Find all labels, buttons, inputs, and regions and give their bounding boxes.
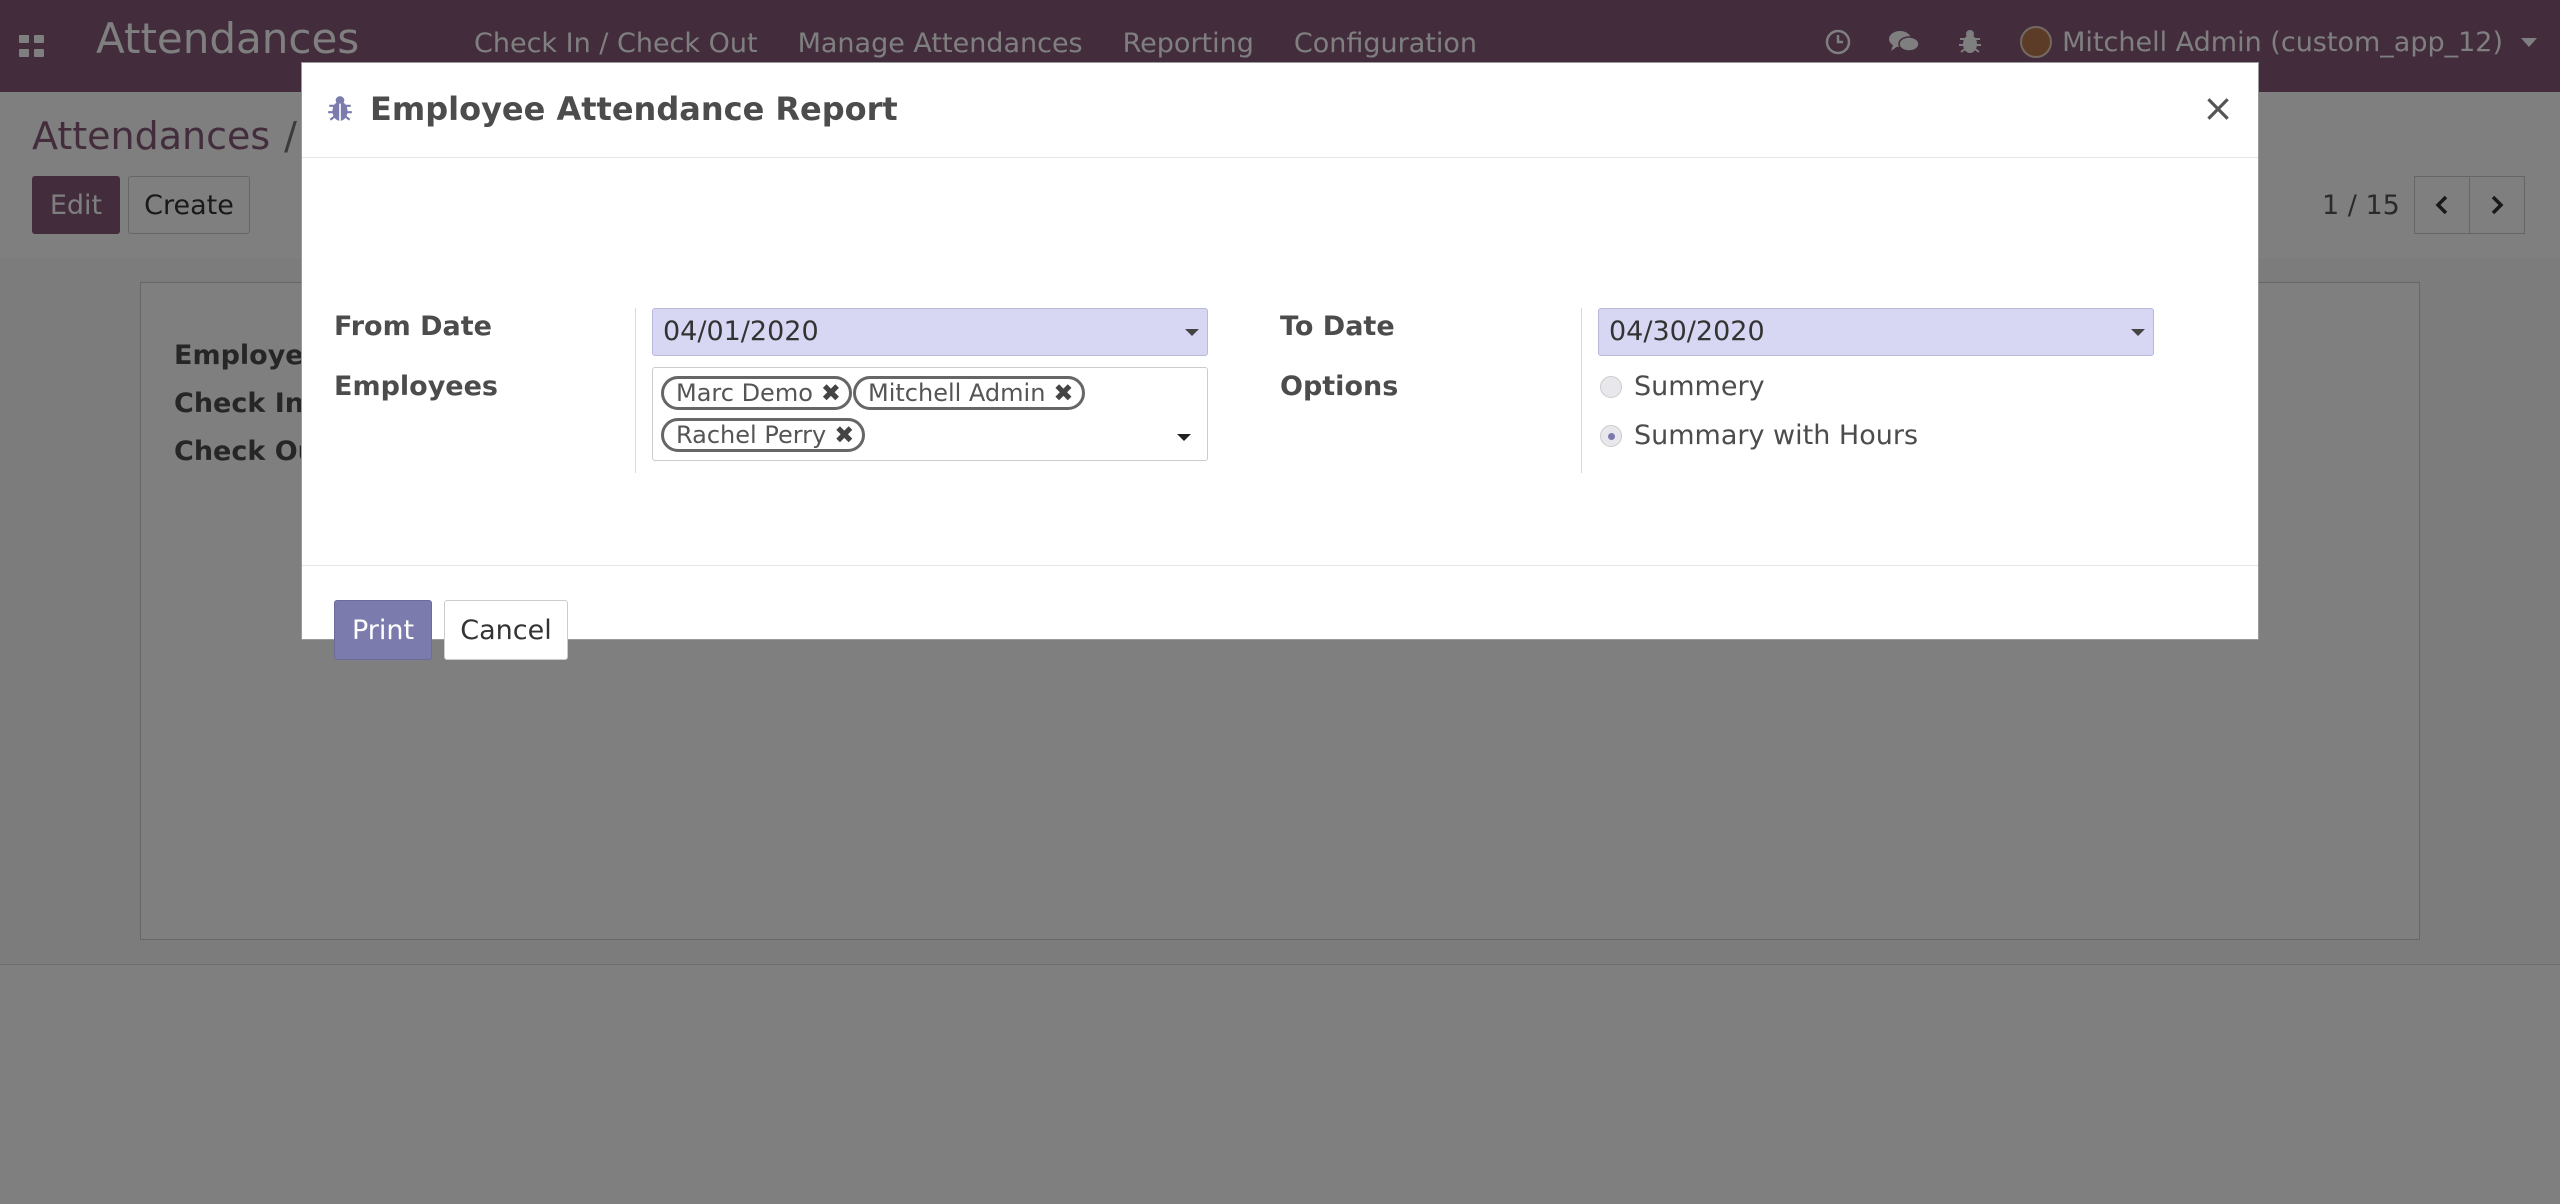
options-label: Options: [1280, 371, 1399, 402]
to-date-input[interactable]: 04/30/2020: [1598, 308, 2154, 356]
dialog-body: From Date Employees 04/01/2020 Marc Demo…: [302, 158, 2258, 564]
close-icon[interactable]: ×: [2202, 89, 2234, 127]
caret-down-icon[interactable]: [1177, 434, 1191, 441]
divider: [635, 308, 636, 473]
employees-tags-input[interactable]: Marc Demo ✖ Mitchell Admin ✖ Rachel Perry ✖: [652, 367, 1208, 461]
attendance-report-dialog: Employee Attendance Report × From Date E…: [301, 62, 2259, 660]
dialog-footer: Print Cancel: [302, 565, 2258, 660]
print-button[interactable]: Print: [334, 600, 432, 660]
dialog-header: Employee Attendance Report ×: [302, 63, 2258, 158]
cancel-button[interactable]: Cancel: [444, 600, 568, 660]
divider: [1581, 308, 1582, 473]
employee-tag-label: Mitchell Admin: [868, 379, 1046, 407]
option-summary-with-hours-radio[interactable]: [1600, 425, 1622, 447]
employee-tag: Rachel Perry ✖: [661, 418, 866, 452]
from-date-value: 04/01/2020: [663, 316, 819, 347]
to-date-label: To Date: [1280, 311, 1395, 342]
option-summery-label[interactable]: Summery: [1634, 371, 1765, 402]
employee-tag-label: Marc Demo: [676, 379, 813, 407]
bug-icon: [328, 96, 352, 121]
to-date-value: 04/30/2020: [1609, 316, 1765, 347]
remove-tag-icon[interactable]: ✖: [1053, 379, 1073, 407]
option-summary-with-hours-label[interactable]: Summary with Hours: [1634, 420, 1918, 451]
employees-label: Employees: [334, 371, 499, 402]
from-date-input[interactable]: 04/01/2020: [652, 308, 1208, 356]
employee-tag-label: Rachel Perry: [676, 421, 827, 449]
option-summery-radio[interactable]: [1600, 376, 1622, 398]
dialog-title: Employee Attendance Report: [370, 90, 898, 128]
caret-down-icon[interactable]: [2131, 329, 2145, 336]
remove-tag-icon[interactable]: ✖: [821, 379, 841, 407]
remove-tag-icon[interactable]: ✖: [834, 421, 854, 449]
from-date-label: From Date: [334, 311, 492, 342]
employee-tag: Marc Demo ✖: [661, 376, 852, 410]
caret-down-icon[interactable]: [1185, 329, 1199, 336]
employee-tag: Mitchell Admin ✖: [853, 376, 1085, 410]
